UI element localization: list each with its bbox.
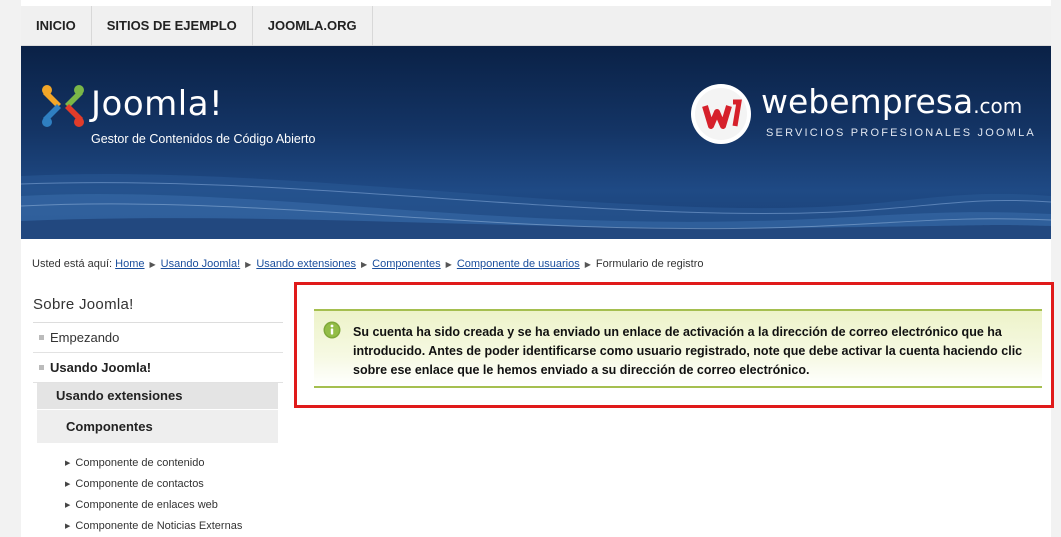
message-text: Su cuenta ha sido creada y se ha enviado… [353, 325, 1023, 377]
breadcrumb-arrow-icon: ▶ [445, 260, 452, 269]
webempresa-logo-icon [691, 84, 751, 144]
arrow-right-icon: ▶ [65, 502, 71, 509]
breadcrumb-link-componentes[interactable]: Componentes [372, 258, 441, 270]
brand-tagline: Gestor de Contenidos de Código Abierto [91, 132, 316, 146]
header-banner: Joomla! Gestor de Contenidos de Código A… [21, 46, 1051, 239]
breadcrumb: Usted está aquí: Home ▶ Usando Joomla! ▶ Usa… [32, 258, 704, 270]
page: INICIO SITIOS DE EJEMPLO JOOMLA.ORG Joom… [21, 0, 1054, 537]
breadcrumb-arrow-icon: ▶ [361, 260, 368, 269]
sidebar-sub-item-label: Componente de enlaces web [75, 499, 218, 511]
info-message: Su cuenta ha sido creada y se ha enviado… [314, 309, 1042, 388]
partner-name: webempresa.com [761, 82, 1022, 121]
top-nav: INICIO SITIOS DE EJEMPLO JOOMLA.ORG [21, 6, 1051, 46]
sidebar-sub-item[interactable]: ▶ Componente de Noticias Externas [37, 516, 278, 537]
sidebar-sub-item-label: Componente de contenido [75, 457, 205, 469]
breadcrumb-link-home[interactable]: Home [115, 258, 144, 270]
nav-item-sitios-de-ejemplo[interactable]: SITIOS DE EJEMPLO [92, 6, 253, 46]
sidebar-item-usando-extensiones[interactable]: Usando extensiones [37, 383, 278, 409]
sidebar-sub-item[interactable]: ▶ Componente de contactos [37, 474, 278, 495]
highlighted-message-frame: Su cuenta ha sido creada y se ha enviado… [294, 282, 1054, 408]
brand-name: Joomla! [91, 84, 224, 124]
arrow-right-icon: ▶ [65, 523, 71, 530]
sidebar-item-label: Empezando [50, 330, 120, 345]
sidebar-sub-item-label: Componente de Noticias Externas [75, 520, 243, 532]
partner-name-text: webempresa [761, 82, 974, 121]
breadcrumb-link-usando-extensiones[interactable]: Usando extensiones [256, 258, 356, 270]
arrow-right-icon: ▶ [65, 481, 71, 488]
sidebar-item-label: Usando Joomla! [50, 360, 152, 375]
info-icon [323, 321, 341, 339]
sidebar-sub-item[interactable]: ▶ Componente de contenido [37, 453, 278, 474]
arrow-right-icon: ▶ [65, 460, 71, 467]
sidebar-sub-item[interactable]: ▶ Componente de enlaces web [37, 495, 278, 516]
bullet-icon [39, 335, 44, 341]
breadcrumb-link-usando-joomla[interactable]: Usando Joomla! [161, 258, 241, 270]
sidebar-sub-list: ▶ Componente de contenido ▶ Componente de … [37, 443, 278, 537]
breadcrumb-arrow-icon: ▶ [584, 260, 591, 269]
sidebar-item-empezando[interactable]: Empezando [33, 323, 283, 353]
partner-tld: .com [973, 94, 1023, 118]
sidebar-item-componentes[interactable]: Componentes [37, 409, 278, 443]
breadcrumb-link-componente-de-usuarios[interactable]: Componente de usuarios [457, 258, 580, 270]
joomla-logo-icon [42, 85, 84, 127]
bullet-icon [39, 365, 44, 371]
breadcrumb-arrow-icon: ▶ [149, 260, 156, 269]
sidebar-title: Sobre Joomla! [33, 296, 283, 323]
nav-item-joomla-org[interactable]: JOOMLA.ORG [253, 6, 373, 46]
breadcrumb-arrow-icon: ▶ [245, 260, 252, 269]
nav-item-inicio[interactable]: INICIO [21, 6, 92, 46]
breadcrumb-current: Formulario de registro [595, 258, 704, 270]
partner-tagline: SERVICIOS PROFESIONALES JOOMLA [766, 127, 1036, 139]
sidebar: Sobre Joomla! Empezando Usando Joomla! U… [33, 296, 283, 537]
sidebar-item-usando-joomla[interactable]: Usando Joomla! [33, 353, 283, 383]
breadcrumb-prefix: Usted está aquí: [32, 258, 113, 270]
sidebar-sub-item-label: Componente de contactos [75, 478, 204, 490]
